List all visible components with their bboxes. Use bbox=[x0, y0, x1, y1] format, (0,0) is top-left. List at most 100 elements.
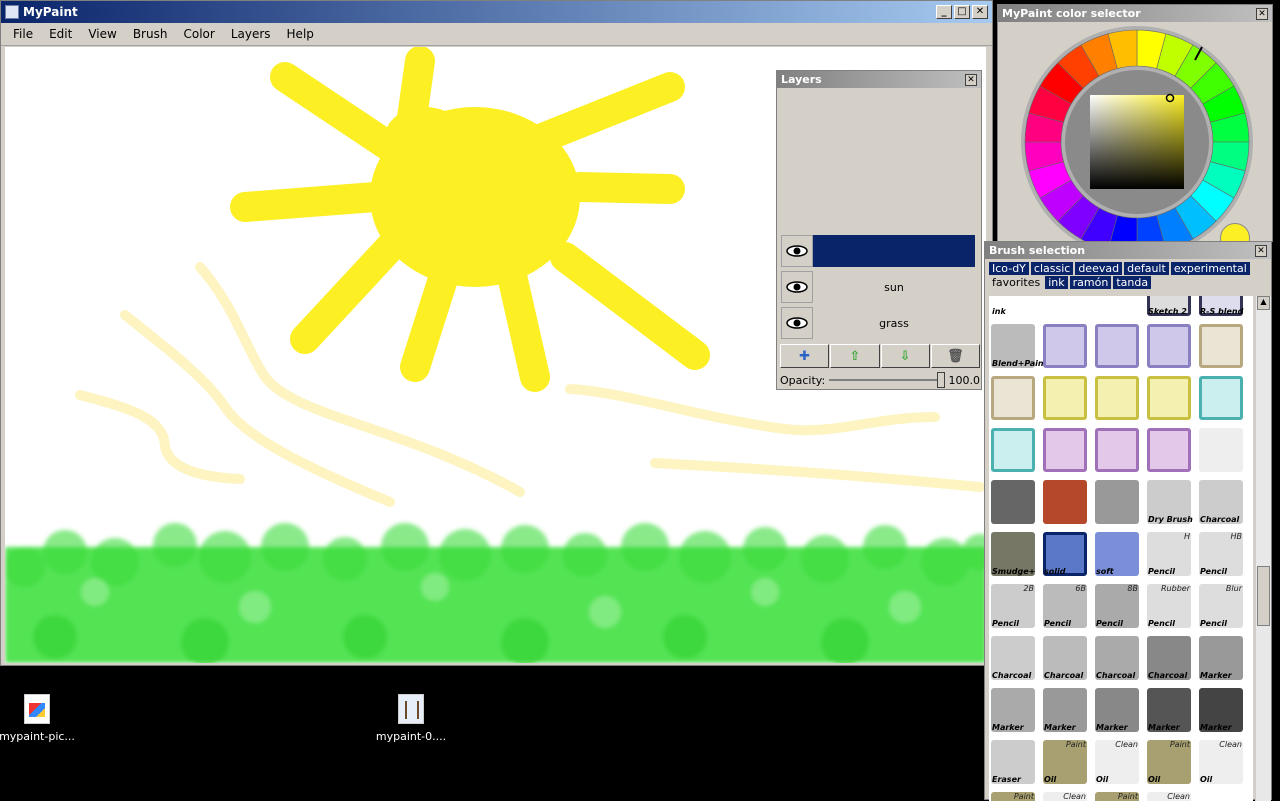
brush-item[interactable]: Paint bbox=[989, 790, 1037, 801]
menu-file[interactable]: File bbox=[5, 27, 41, 41]
brush-group-favorites[interactable]: favorites bbox=[989, 276, 1043, 289]
brush-item[interactable] bbox=[1145, 426, 1193, 474]
brush-item[interactable] bbox=[1093, 374, 1141, 422]
opacity-slider-thumb[interactable] bbox=[936, 372, 945, 388]
brush-item[interactable] bbox=[1093, 322, 1141, 370]
brush-item[interactable]: Charcoal bbox=[989, 634, 1037, 682]
brush-item[interactable] bbox=[1145, 322, 1193, 370]
brush-item[interactable] bbox=[989, 374, 1037, 422]
brush-item[interactable]: Marker bbox=[989, 686, 1037, 734]
brush-scrollbar[interactable]: ▲ bbox=[1255, 296, 1271, 801]
close-icon[interactable]: ✕ bbox=[1255, 244, 1267, 257]
brush-item[interactable]: Pencil HB bbox=[1197, 530, 1245, 578]
brush-item[interactable]: Charcoal bbox=[1093, 634, 1141, 682]
brush-item[interactable]: Marker bbox=[1093, 686, 1141, 734]
brush-group-ink[interactable]: ink bbox=[1045, 276, 1068, 289]
brush-item[interactable]: Marker bbox=[1197, 686, 1245, 734]
brush-group-tanda[interactable]: tanda bbox=[1113, 276, 1152, 289]
brush-item[interactable]: Pencil Rubber bbox=[1145, 582, 1193, 630]
brush-group-default[interactable]: default bbox=[1124, 262, 1169, 275]
brush-item[interactable]: Pencil H bbox=[1145, 530, 1193, 578]
brush-group-ramon[interactable]: ramón bbox=[1069, 276, 1112, 289]
brush-group-deevad[interactable]: deevad bbox=[1075, 262, 1123, 275]
brush-item[interactable]: Clean bbox=[1145, 790, 1193, 801]
brush-item[interactable]: R-S blend bbox=[1197, 296, 1245, 318]
main-titlebar[interactable]: MyPaint _ □ ✕ bbox=[1, 1, 992, 23]
brush-item[interactable]: Oil Clean bbox=[1197, 738, 1245, 786]
brush-item[interactable]: Oil Paint bbox=[1145, 738, 1193, 786]
desktop-icon-picture[interactable]: mypaint-pic... bbox=[0, 694, 82, 743]
brush-selection-titlebar[interactable]: Brush selection ✕ bbox=[985, 242, 1271, 259]
brush-item[interactable] bbox=[1093, 426, 1141, 474]
close-icon[interactable]: ✕ bbox=[1256, 7, 1268, 20]
brush-group-classic[interactable]: classic bbox=[1030, 262, 1074, 275]
brush-item[interactable]: Oil Clean bbox=[1093, 738, 1141, 786]
brush-item[interactable] bbox=[1041, 478, 1089, 526]
brush-item[interactable]: Smudge+ bbox=[989, 530, 1037, 578]
brush-item[interactable] bbox=[1197, 426, 1245, 474]
brush-item[interactable]: Dry Brush bbox=[1145, 478, 1193, 526]
brush-group-ico-dy[interactable]: Ico-dY bbox=[989, 262, 1029, 275]
add-layer-button[interactable]: ✚ bbox=[780, 344, 830, 368]
brush-item[interactable]: Oil Paint bbox=[1041, 738, 1089, 786]
brush-item[interactable]: Marker bbox=[1041, 686, 1089, 734]
maximize-button[interactable]: □ bbox=[954, 5, 970, 19]
brush-item[interactable]: Eraser bbox=[989, 738, 1037, 786]
brush-item[interactable]: solid bbox=[1041, 530, 1089, 578]
desktop-icon-mypaint[interactable]: mypaint-0.... bbox=[366, 694, 456, 743]
brush-item[interactable]: soft bbox=[1093, 530, 1141, 578]
brush-item[interactable]: Paint bbox=[1093, 790, 1141, 801]
brush-item[interactable]: Pencil Blur bbox=[1197, 582, 1245, 630]
menu-edit[interactable]: Edit bbox=[41, 27, 80, 41]
mypaint-app-icon bbox=[5, 5, 19, 19]
close-button[interactable]: ✕ bbox=[972, 5, 988, 19]
layer-row-grass[interactable]: grass bbox=[781, 307, 975, 339]
brush-item[interactable] bbox=[989, 426, 1037, 474]
scrollbar-thumb[interactable] bbox=[1257, 566, 1270, 626]
brush-item[interactable]: Charcoal bbox=[1041, 634, 1089, 682]
layer-row-sun[interactable]: sun bbox=[781, 271, 975, 303]
opacity-slider[interactable] bbox=[829, 372, 945, 388]
menu-color[interactable]: Color bbox=[175, 27, 222, 41]
brush-item[interactable] bbox=[1197, 322, 1245, 370]
brush-item[interactable]: Blend+Paint bbox=[989, 322, 1047, 370]
brush-item[interactable] bbox=[1041, 374, 1089, 422]
brush-group-experimental[interactable]: experimental bbox=[1170, 262, 1250, 275]
close-icon[interactable]: ✕ bbox=[965, 73, 977, 86]
brush-item[interactable] bbox=[1093, 478, 1141, 526]
brush-item[interactable] bbox=[1041, 426, 1089, 474]
minimize-button[interactable]: _ bbox=[936, 5, 952, 19]
delete-layer-button[interactable]: 🗑 bbox=[930, 344, 980, 368]
move-layer-down-button[interactable]: ⇩ bbox=[880, 344, 930, 368]
brush-item[interactable]: Pencil 6B bbox=[1041, 582, 1089, 630]
menu-brush[interactable]: Brush bbox=[125, 27, 176, 41]
brush-item[interactable]: Marker bbox=[1197, 634, 1245, 682]
menu-help[interactable]: Help bbox=[279, 27, 322, 41]
eye-icon[interactable] bbox=[781, 307, 813, 339]
eye-icon[interactable] bbox=[781, 235, 813, 267]
scroll-up-arrow-icon[interactable]: ▲ bbox=[1257, 296, 1270, 310]
brush-item[interactable]: ink bbox=[989, 296, 1037, 318]
brush-item[interactable] bbox=[1041, 322, 1089, 370]
layer-row-experiments[interactable]: experiments bbox=[781, 235, 975, 267]
brush-item[interactable] bbox=[1197, 374, 1245, 422]
color-wheel[interactable] bbox=[1020, 25, 1254, 242]
brush-item[interactable]: Pencil 2B bbox=[989, 582, 1037, 630]
brush-item[interactable]: Pencil 8B bbox=[1093, 582, 1141, 630]
brush-item[interactable]: Charcoal bbox=[1197, 478, 1245, 526]
menu-view[interactable]: View bbox=[80, 27, 124, 41]
brush-item[interactable]: Sketch 2 bbox=[1145, 296, 1193, 318]
eye-icon[interactable] bbox=[781, 271, 813, 303]
move-layer-up-button[interactable]: ⇧ bbox=[830, 344, 880, 368]
brush-item[interactable] bbox=[1145, 374, 1193, 422]
menu-layers[interactable]: Layers bbox=[223, 27, 279, 41]
brush-item[interactable]: Clean bbox=[1041, 790, 1089, 801]
brush-item[interactable]: Marker bbox=[1145, 686, 1193, 734]
image-file-icon bbox=[24, 694, 50, 724]
brush-thumbnail bbox=[1043, 324, 1087, 368]
brush-item[interactable] bbox=[989, 478, 1037, 526]
brush-item[interactable]: Charcoal bbox=[1145, 634, 1193, 682]
color-selector-titlebar[interactable]: MyPaint color selector ✕ bbox=[998, 5, 1272, 22]
mypaint-app-icon bbox=[398, 694, 424, 724]
layers-titlebar[interactable]: Layers ✕ bbox=[777, 71, 981, 88]
